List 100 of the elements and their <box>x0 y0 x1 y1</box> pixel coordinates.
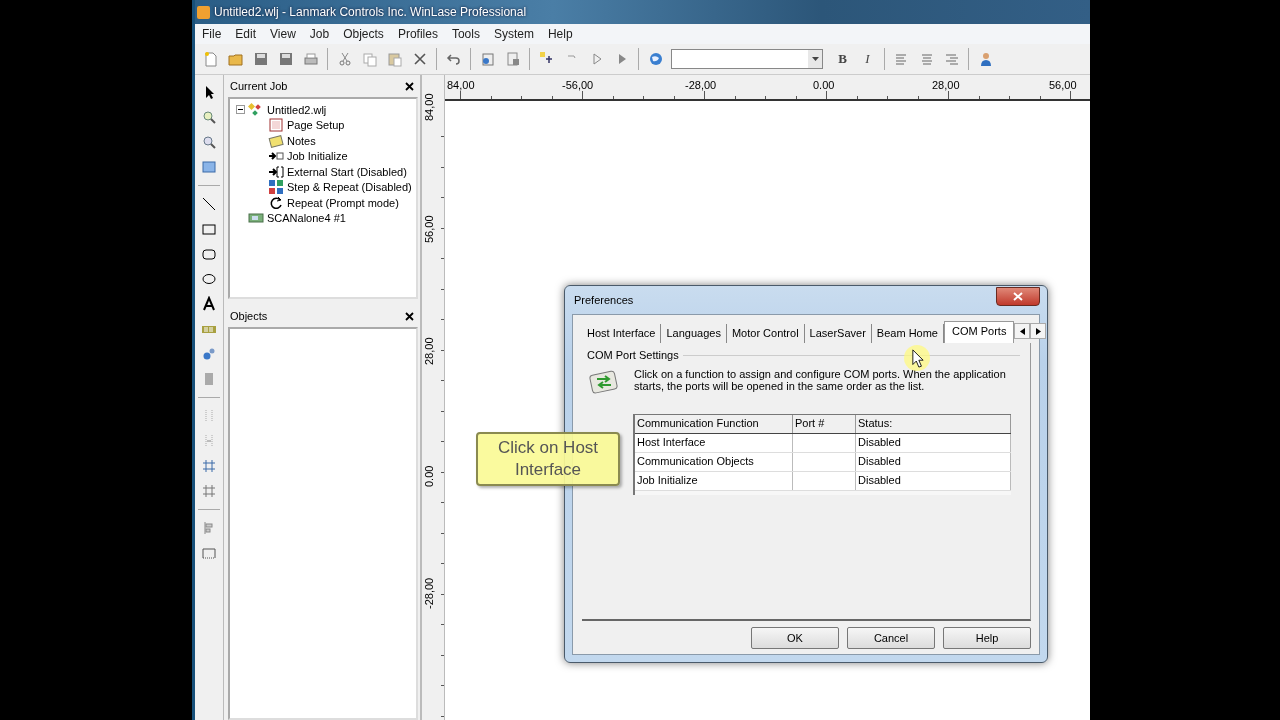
tree-item[interactable]: Job Initialize <box>287 150 348 163</box>
ruler-label: -28,00 <box>685 79 717 91</box>
open-folder-icon[interactable] <box>227 51 244 67</box>
dialog-button[interactable]: Help <box>943 627 1031 649</box>
tree-item[interactable]: Untitled2.wlj <box>267 103 327 116</box>
dialog-title: Preferences <box>574 294 634 306</box>
close-icon <box>1013 291 1023 301</box>
app-icon <box>197 5 210 19</box>
column-header[interactable]: Status: <box>856 415 1011 433</box>
paste-icon[interactable] <box>386 51 403 67</box>
tree-node-icon <box>268 117 284 134</box>
new-file-icon[interactable] <box>202 51 219 67</box>
tree-node-icon <box>268 163 284 180</box>
save-icon[interactable] <box>277 51 294 67</box>
zoom-in-icon[interactable] <box>201 109 217 125</box>
scroll-left-button[interactable] <box>1014 323 1031 339</box>
italic-button[interactable]: I <box>856 48 879 70</box>
ruler-label: -56,00 <box>562 79 594 91</box>
window-title: Untitled2.wlj - Lanmark Controls Inc. WinLase Professional <box>214 5 527 19</box>
align-right-icon[interactable] <box>943 51 960 67</box>
table-cell: Disabled <box>858 436 901 448</box>
ruler-label: 84,00 <box>447 79 475 91</box>
export-icon[interactable] <box>504 51 521 67</box>
close-icon[interactable] <box>405 311 414 321</box>
grid-icon[interactable] <box>201 458 217 474</box>
dialog-button[interactable]: Cancel <box>847 627 935 649</box>
resize-icon[interactable] <box>201 545 217 561</box>
menu-item[interactable]: Help <box>540 27 580 41</box>
table-cell: Job Initialize <box>637 474 698 486</box>
ruler-label: 28,00 <box>423 337 435 365</box>
menu-item[interactable]: Edit <box>228 27 264 41</box>
bold-button[interactable]: B <box>831 48 854 70</box>
save-icon[interactable] <box>252 51 269 67</box>
tree-item[interactable]: Notes <box>287 134 316 147</box>
tree-item[interactable]: Repeat (Prompt mode) <box>287 196 399 209</box>
tree-node-icon <box>268 179 284 196</box>
callout-text: Click on Host Interface <box>496 437 600 481</box>
ruler-label: 0.00 <box>813 79 835 91</box>
tree-item[interactable]: External Start (Disabled) <box>287 165 407 178</box>
ruler-label: 0.00 <box>423 465 435 487</box>
cursor-icon <box>912 349 924 368</box>
tree-node-icon <box>268 194 284 211</box>
tab[interactable]: Motor Control <box>726 324 805 343</box>
tab[interactable]: LaserSaver <box>804 324 872 343</box>
table-cell: Disabled <box>858 455 901 467</box>
scroll-right-button[interactable] <box>1030 323 1047 339</box>
group-label: COM Port Settings <box>587 349 679 361</box>
undo-icon[interactable] <box>445 51 462 67</box>
table-cell: Communication Objects <box>637 455 754 467</box>
gears-icon[interactable] <box>201 346 217 362</box>
table-cell: Host Interface <box>637 436 706 448</box>
table-row[interactable]: Host Interface Disabled <box>635 434 1011 453</box>
table-row[interactable]: Communication Objects Disabled <box>635 453 1011 472</box>
globe-icon[interactable] <box>647 51 664 67</box>
ellipse-icon[interactable] <box>201 271 217 287</box>
ruler-label: 28,00 <box>932 79 960 91</box>
menu-item[interactable]: Profiles <box>390 27 445 41</box>
panel-title: Current Job <box>230 80 288 92</box>
ruler-label: 84,00 <box>423 93 435 121</box>
tab[interactable]: Beam Home <box>871 324 944 343</box>
close-button[interactable] <box>996 286 1040 306</box>
tree-item[interactable]: Step & Repeat (Disabled) <box>287 181 412 194</box>
menu-item[interactable]: Objects <box>336 27 391 41</box>
printer-icon[interactable] <box>302 51 319 67</box>
copy-icon[interactable] <box>361 51 378 67</box>
table-cell: Disabled <box>858 474 901 486</box>
font-dropdown[interactable] <box>671 49 823 69</box>
menu-item[interactable]: Tools <box>444 27 487 41</box>
panel-title: Objects <box>230 310 268 322</box>
snap-grid-icon[interactable] <box>201 483 217 499</box>
tree-node-icon <box>268 132 284 149</box>
column-header[interactable]: Communication Function <box>635 415 793 433</box>
menu-item[interactable]: View <box>263 27 303 41</box>
ruler-label: 56,00 <box>423 215 435 243</box>
rounded-rectangle-icon[interactable] <box>201 246 217 262</box>
import-icon[interactable] <box>479 51 496 67</box>
tab[interactable]: Host Interface <box>582 324 662 343</box>
ruler-label: -28,00 <box>423 577 435 609</box>
scissors-icon[interactable] <box>336 51 353 67</box>
menu-item[interactable]: Job <box>302 27 337 41</box>
tab[interactable]: COM Ports <box>944 321 1015 343</box>
tree-item[interactable]: SCANalone4 #1 <box>267 212 346 225</box>
column-header[interactable]: Port # <box>793 415 856 433</box>
tab[interactable]: Languages <box>661 324 727 343</box>
left-arrow-icon <box>1019 327 1025 335</box>
delete-icon[interactable] <box>411 51 428 67</box>
text-tool-icon[interactable] <box>201 296 217 312</box>
close-icon[interactable] <box>405 81 414 91</box>
dialog-button[interactable]: OK <box>751 627 839 649</box>
right-arrow-icon <box>1035 327 1041 335</box>
frame-icon[interactable] <box>201 159 217 175</box>
dropdown-arrow-icon[interactable] <box>810 55 820 63</box>
menu-item[interactable]: System <box>486 27 541 41</box>
tree-item[interactable]: Page Setup <box>287 119 345 132</box>
menu-item[interactable]: File <box>195 27 229 41</box>
tree-toggle[interactable] <box>236 105 245 115</box>
line-icon[interactable] <box>201 196 217 212</box>
rectangle-icon[interactable] <box>201 221 217 237</box>
zoom-out-icon[interactable] <box>201 134 217 150</box>
description-text: Click on a function to assign and configure COM ports. When the application starts, the ports will be opened in the same order as the list. <box>634 368 1007 394</box>
